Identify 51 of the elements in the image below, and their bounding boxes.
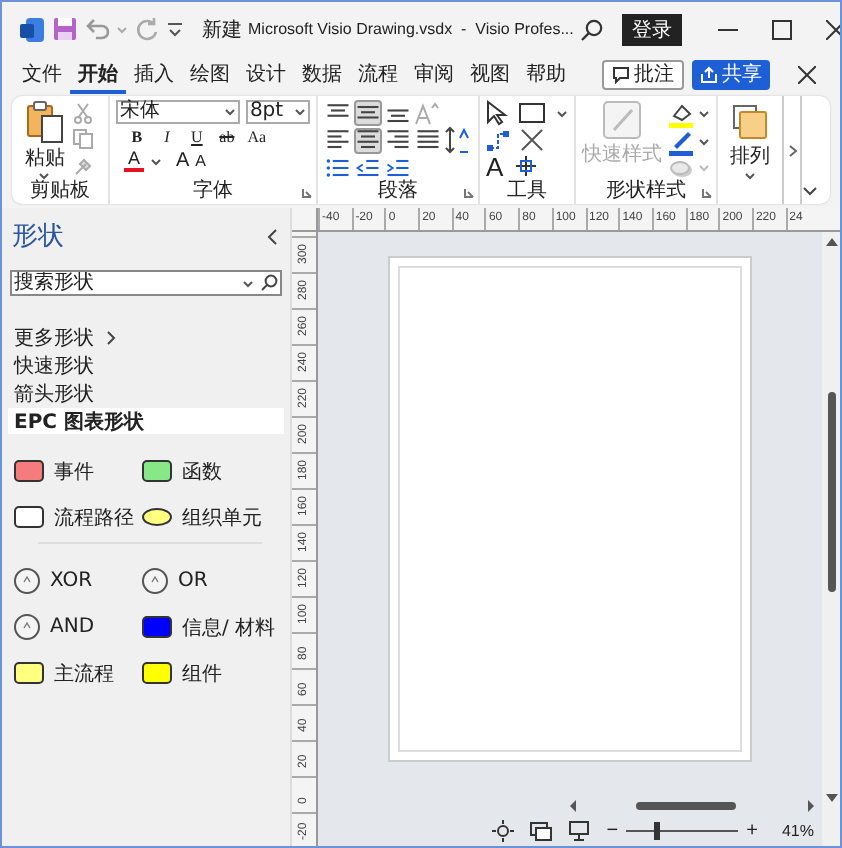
stencil-shape[interactable]: 函数 xyxy=(142,458,282,484)
menu-tab[interactable]: 文件 xyxy=(14,55,70,93)
group-label: 字体 xyxy=(192,180,233,204)
stencil-category[interactable]: 更多形状 xyxy=(8,324,284,350)
menu-tab[interactable]: 绘图 xyxy=(182,55,238,93)
font-style-button[interactable]: B xyxy=(123,128,150,146)
font-style-button[interactable]: Aa xyxy=(243,128,270,146)
panel-title: 形状 xyxy=(12,220,64,254)
stencil-shape[interactable]: 信息/ 材料 xyxy=(142,614,282,640)
group-label: 工具 xyxy=(506,180,547,204)
comments-button[interactable]: 批注 xyxy=(602,59,684,89)
menu-tab[interactable]: 数据 xyxy=(294,55,350,93)
grow-font-button[interactable]: A xyxy=(175,150,190,172)
document-state: 新建 xyxy=(202,17,242,43)
text-tool-button[interactable]: A xyxy=(485,153,504,180)
zoom-out-button[interactable]: − xyxy=(606,820,619,842)
menu-tab[interactable]: 视图 xyxy=(462,55,518,93)
stencil-shape[interactable]: 组件 xyxy=(142,660,282,686)
sign-in-button[interactable]: 登录 xyxy=(621,13,682,45)
stencil-shape[interactable]: AND xyxy=(14,614,142,640)
group-label: 形状样式 xyxy=(605,180,686,204)
font-family-field[interactable]: 宋体 xyxy=(115,100,240,124)
group-label: 段落 xyxy=(377,180,418,204)
font-style-button[interactable]: I xyxy=(153,128,180,146)
stencil-shape[interactable]: 主流程 xyxy=(14,660,142,686)
stencil-category[interactable]: 箭头形状 xyxy=(8,380,284,406)
group-label: 剪贴板 xyxy=(29,180,90,204)
menu-tab[interactable]: 插入 xyxy=(126,55,182,93)
stencil-shape[interactable]: 流程路径 xyxy=(14,504,142,530)
menu-tab[interactable]: 流程 xyxy=(350,55,406,93)
menu-tab[interactable]: 审阅 xyxy=(406,55,462,93)
shrink-font-button[interactable]: A xyxy=(195,152,206,170)
zoom-level[interactable]: 41% xyxy=(781,822,814,840)
menu-tab[interactable]: 帮助 xyxy=(518,55,574,93)
paste-button[interactable]: 粘贴 xyxy=(24,100,65,180)
font-size-field[interactable]: 8pt xyxy=(245,100,310,124)
font-style-button[interactable]: U xyxy=(183,128,210,146)
stencil-category[interactable]: 快速形状 xyxy=(8,352,284,378)
arrange-button[interactable]: 排列 xyxy=(730,104,771,180)
stencil-shape[interactable]: 事件 xyxy=(14,458,142,484)
window-title: Microsoft Visio Drawing.vsdx - Visio Profes... xyxy=(248,20,574,38)
stencil-category[interactable]: EPC 图表形状 xyxy=(8,408,284,434)
menu-tab[interactable]: 设计 xyxy=(238,55,294,93)
stencil-shape[interactable]: OR xyxy=(142,568,282,594)
stencil-shape[interactable]: 组织单元 xyxy=(142,504,282,530)
zoom-in-button[interactable]: + xyxy=(746,820,758,842)
share-button[interactable]: 共享 xyxy=(692,59,770,89)
stencil-shape[interactable]: XOR xyxy=(14,568,142,594)
font-color-button[interactable]: A xyxy=(123,150,144,172)
font-style-button[interactable]: ab xyxy=(213,128,240,146)
search-field[interactable]: 搜索形状 xyxy=(10,270,282,296)
